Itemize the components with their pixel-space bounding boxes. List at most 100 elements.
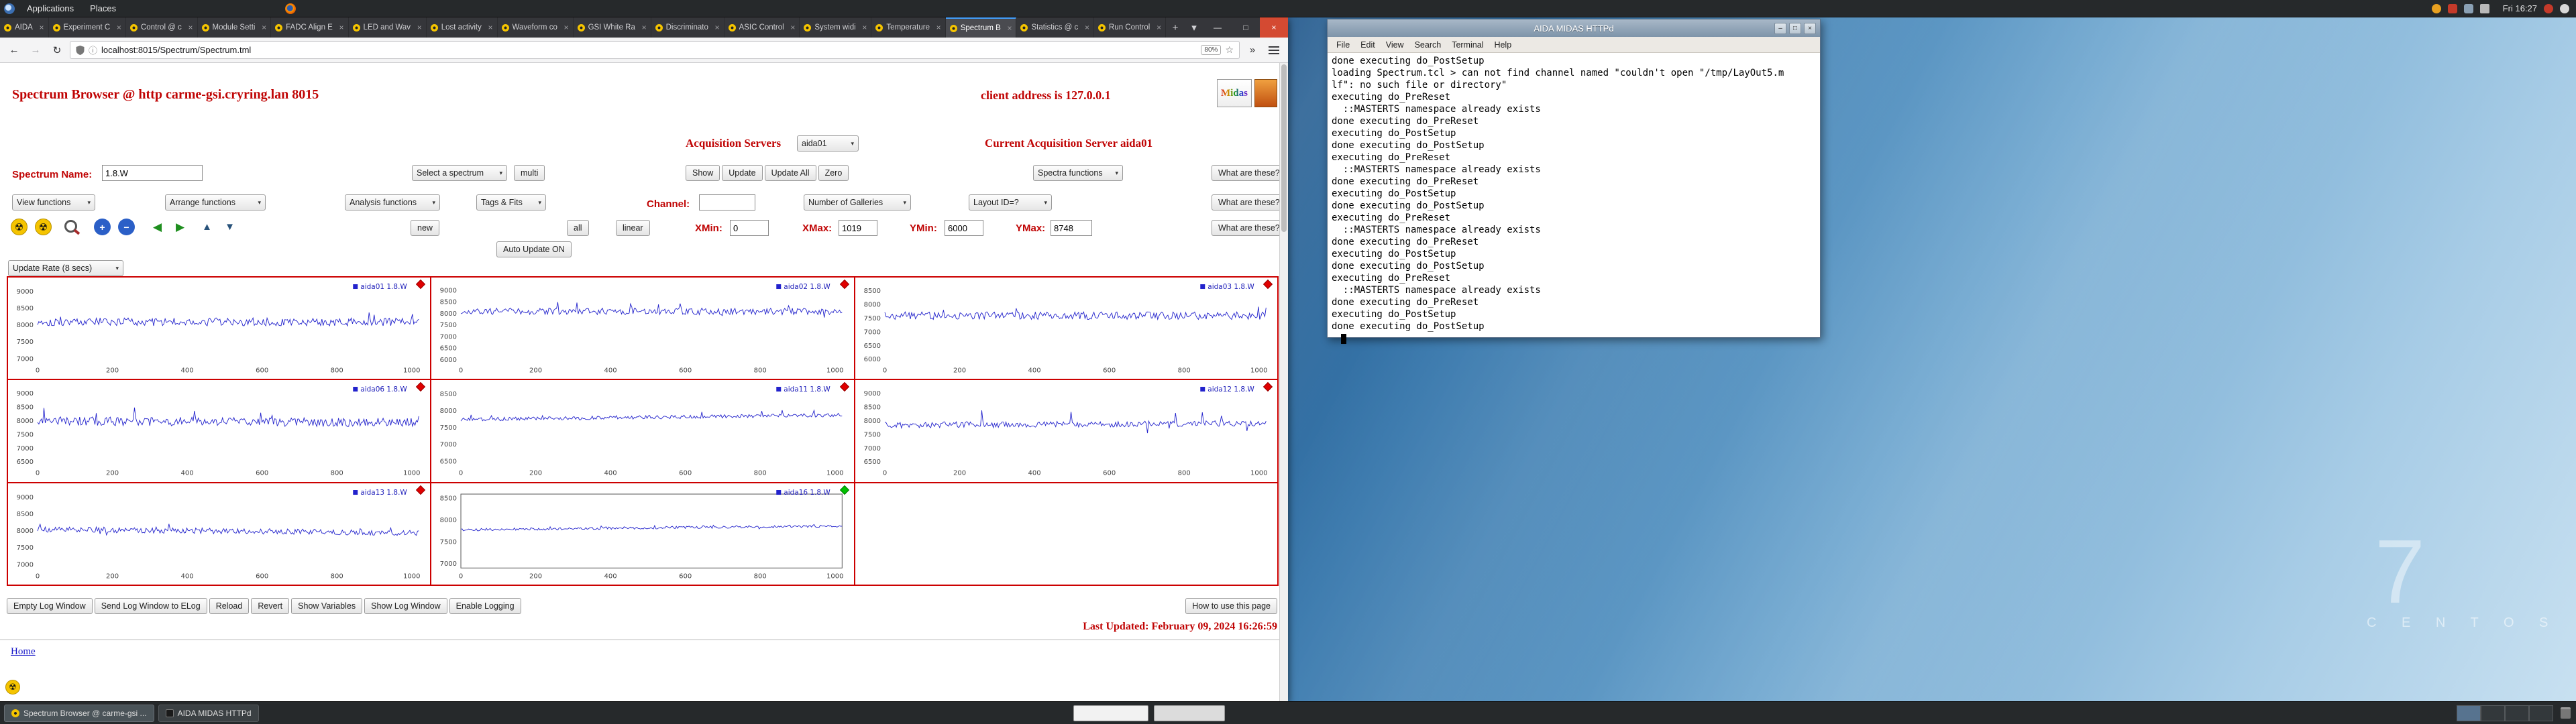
browser-tab[interactable]: FADC Align E × xyxy=(271,17,349,38)
footer-button[interactable]: Reload xyxy=(209,598,250,614)
what-are-these-button-2[interactable]: What are these? xyxy=(1212,194,1287,210)
arrow-down-icon[interactable]: ▼ xyxy=(221,219,238,235)
update-rate-dropdown[interactable]: Update Rate (8 secs) ▾ xyxy=(8,260,123,276)
user-icon[interactable] xyxy=(2560,3,2569,13)
arrow-right-icon[interactable]: ▶ xyxy=(172,219,189,235)
browser-tab[interactable]: AIDA × xyxy=(0,17,49,38)
tags-fits-dropdown[interactable]: Tags & Fits ▾ xyxy=(476,194,546,210)
zoom-in-icon[interactable]: + xyxy=(94,219,111,235)
spectrum-name-input[interactable] xyxy=(102,165,203,181)
terminal-menu-search[interactable]: Search xyxy=(1410,39,1446,51)
arrow-left-icon[interactable]: ◀ xyxy=(149,219,166,235)
spectrum-cell[interactable]: 8500 8000 7500 7000 6500 6000 0 200 400 600 800 100… xyxy=(854,277,1278,380)
magnifier-icon[interactable] xyxy=(63,219,80,235)
browser-tab[interactable]: Discriminato × xyxy=(651,17,724,38)
trash-icon[interactable] xyxy=(2561,707,2571,719)
tab-close-icon[interactable]: × xyxy=(715,23,720,32)
ymin-input[interactable] xyxy=(945,220,983,236)
page-scrollbar[interactable] xyxy=(1279,63,1288,701)
terminal-menu-file[interactable]: File xyxy=(1332,39,1354,51)
network-icon[interactable] xyxy=(2463,3,2473,13)
tab-close-icon[interactable]: × xyxy=(1157,23,1161,32)
workspace-4[interactable] xyxy=(2529,705,2553,721)
tab-list-button[interactable]: ▾ xyxy=(1185,17,1203,38)
tab-close-icon[interactable]: × xyxy=(936,23,941,32)
spectrum-cell[interactable]: 9000 8500 8000 7500 7000 6500 0 200 400 600 800 100… xyxy=(854,379,1278,483)
footer-button[interactable]: Show Log Window xyxy=(364,598,447,614)
spectrum-cell[interactable]: 9000 8500 8000 7500 7000 0 200 400 600 800 1000 aid… xyxy=(7,482,431,585)
workspace-2[interactable] xyxy=(2481,705,2505,721)
terminal-close-button[interactable]: × xyxy=(1804,22,1816,34)
notification-icon[interactable] xyxy=(2431,3,2441,13)
tab-close-icon[interactable]: × xyxy=(642,23,647,32)
terminal-menu-edit[interactable]: Edit xyxy=(1356,39,1380,51)
xmin-input[interactable] xyxy=(730,220,769,236)
tab-close-icon[interactable]: × xyxy=(564,23,569,32)
panel-applet[interactable] xyxy=(1154,705,1225,721)
multi-button[interactable]: multi xyxy=(514,165,545,181)
how-to-use-button[interactable]: How to use this page xyxy=(1185,598,1277,614)
tab-close-icon[interactable]: × xyxy=(417,23,422,32)
url-bar[interactable]: ⓘ localhost:8015/Spectrum/Spectrum.tml 8… xyxy=(70,41,1240,59)
browser-tab[interactable]: Temperature × xyxy=(871,17,946,38)
terminal-maximize-button[interactable]: □ xyxy=(1789,22,1801,34)
ymax-input[interactable] xyxy=(1051,220,1092,236)
clock[interactable]: Fri 16:27 xyxy=(2496,3,2544,13)
panel-applet[interactable] xyxy=(1073,705,1148,721)
show-button[interactable]: Show xyxy=(686,165,720,181)
browser-tab[interactable]: Run Control × xyxy=(1094,17,1167,38)
tab-close-icon[interactable]: × xyxy=(790,23,795,32)
taskbar-window-spectrum-browser[interactable]: Spectrum Browser @ carme-gsi ... xyxy=(4,704,154,722)
browser-tab[interactable]: Module Setti × xyxy=(198,17,272,38)
radioactive-icon[interactable]: ☢ xyxy=(11,219,28,235)
taskbar-window-terminal[interactable]: AIDA MIDAS HTTPd xyxy=(158,704,259,722)
zero-button[interactable]: Zero xyxy=(818,165,849,181)
terminal-menu-terminal[interactable]: Terminal xyxy=(1447,39,1488,51)
auto-update-button[interactable]: Auto Update ON xyxy=(496,241,572,257)
acquisition-server-select[interactable]: aida01 ▾ xyxy=(797,135,859,152)
home-link[interactable]: Home xyxy=(11,646,36,658)
new-tab-button[interactable]: + xyxy=(1166,17,1185,38)
midas-logo[interactable]: Midas xyxy=(1217,79,1252,107)
browser-tab[interactable]: GSI White Ra × xyxy=(574,17,651,38)
update-all-button[interactable]: Update All xyxy=(764,165,816,181)
terminal-menu-help[interactable]: Help xyxy=(1489,39,1516,51)
forward-button[interactable]: → xyxy=(27,42,44,59)
workspace-1[interactable] xyxy=(2457,705,2481,721)
volume-icon[interactable] xyxy=(2479,3,2489,13)
alarm-icon[interactable] xyxy=(2447,3,2457,13)
what-are-these-button-3[interactable]: What are these? xyxy=(1212,220,1287,236)
tab-close-icon[interactable]: × xyxy=(862,23,867,32)
spectra-functions-dropdown[interactable]: Spectra functions ▾ xyxy=(1033,165,1123,181)
tab-close-icon[interactable]: × xyxy=(40,23,44,32)
what-are-these-button-1[interactable]: What are these? xyxy=(1212,165,1287,181)
distro-menu-icon[interactable] xyxy=(4,3,15,14)
tab-close-icon[interactable]: × xyxy=(339,23,344,32)
tab-close-icon[interactable]: × xyxy=(262,23,266,32)
arrow-up-icon[interactable]: ▲ xyxy=(199,219,215,235)
firefox-launcher-icon[interactable] xyxy=(285,3,297,14)
overflow-menu-button[interactable]: » xyxy=(1244,42,1261,59)
tab-close-icon[interactable]: × xyxy=(117,23,121,32)
info-icon[interactable]: ⓘ xyxy=(89,44,97,56)
zoom-out-icon[interactable]: − xyxy=(118,219,135,235)
zoom-indicator[interactable]: 80% xyxy=(1201,45,1222,55)
tab-close-icon[interactable]: × xyxy=(1085,23,1089,32)
scrollbar-thumb[interactable] xyxy=(1281,64,1287,232)
back-button[interactable]: ← xyxy=(5,42,23,59)
browser-tab[interactable]: Lost activity × xyxy=(427,17,498,38)
arrange-functions-dropdown[interactable]: Arrange functions ▾ xyxy=(165,194,266,210)
footer-button[interactable]: Revert xyxy=(251,598,290,614)
spectrum-cell[interactable]: 8500 8000 7500 7000 6500 0 200 400 600 800 1000 aid… xyxy=(431,379,855,483)
shield-icon[interactable] xyxy=(76,45,85,55)
footer-button[interactable]: Show Variables xyxy=(291,598,363,614)
spectrum-cell[interactable]: 9000 8500 8000 7500 7000 6500 0 200 400 600 800 100… xyxy=(7,379,431,483)
bookmark-star-icon[interactable]: ☆ xyxy=(1225,44,1234,56)
places-menu[interactable]: Places xyxy=(82,0,124,17)
url-text[interactable]: localhost:8015/Spectrum/Spectrum.tml xyxy=(101,45,251,55)
spectrum-cell[interactable]: 9000 8500 8000 7500 7000 6500 6000 0 200 400 600 80… xyxy=(431,277,855,380)
tab-close-icon[interactable]: × xyxy=(1007,23,1012,33)
browser-tab[interactable]: Spectrum B × xyxy=(945,17,1017,38)
layout-id-dropdown[interactable]: Layout ID=? ▾ xyxy=(969,194,1052,210)
footer-button[interactable]: Empty Log Window xyxy=(7,598,93,614)
